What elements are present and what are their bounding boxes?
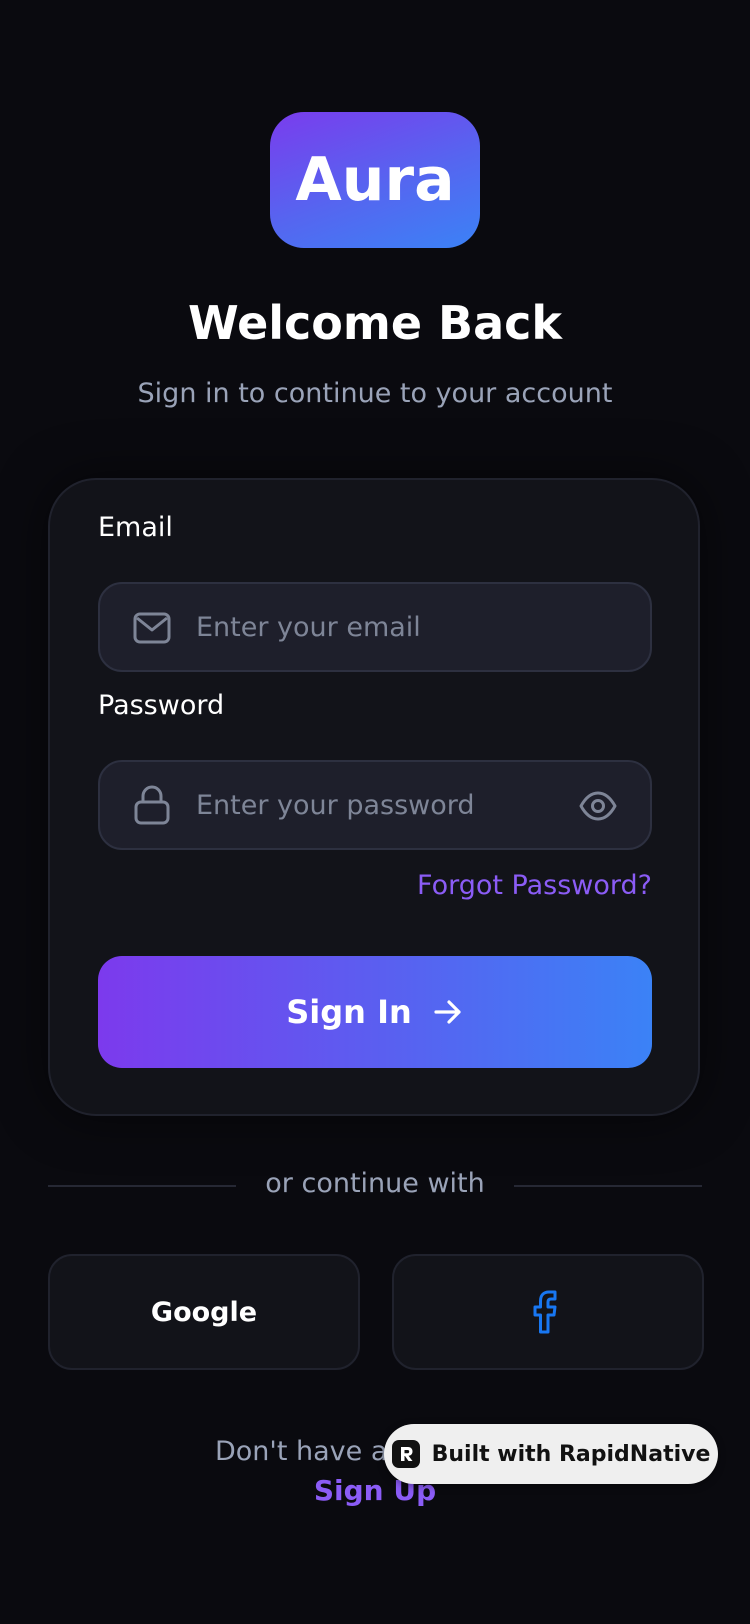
google-button[interactable]: Google	[48, 1254, 360, 1370]
email-field[interactable]	[98, 582, 652, 672]
password-input[interactable]	[196, 762, 556, 848]
google-label: Google	[150, 1296, 258, 1328]
sign-in-button[interactable]: Sign In	[98, 956, 652, 1068]
mail-icon	[133, 612, 171, 644]
facebook-icon	[533, 1290, 557, 1334]
divider-line-right	[514, 1185, 702, 1187]
email-label: Email	[98, 512, 173, 543]
arrow-right-icon	[434, 1000, 461, 1024]
page-subtitle: Sign in to continue to your account	[137, 378, 613, 409]
built-with-badge[interactable]: Built with RapidNative	[384, 1424, 718, 1484]
password-label: Password	[98, 690, 225, 721]
eye-icon[interactable]	[578, 786, 618, 826]
sign-in-label: Sign In	[286, 993, 412, 1031]
divider-text: or continue with	[265, 1168, 485, 1199]
forgot-password-link[interactable]: Forgot Password?	[417, 870, 652, 901]
lock-icon	[134, 785, 170, 825]
app-logo: Aura	[270, 112, 480, 248]
password-field[interactable]	[98, 760, 652, 850]
facebook-button[interactable]	[392, 1254, 704, 1370]
rapidnative-logo-icon	[391, 1440, 420, 1468]
badge-label: Built with RapidNative	[431, 1441, 711, 1467]
page-title: Welcome Back	[187, 296, 563, 350]
logo-text: Aura	[295, 145, 455, 215]
email-input[interactable]	[196, 584, 556, 670]
